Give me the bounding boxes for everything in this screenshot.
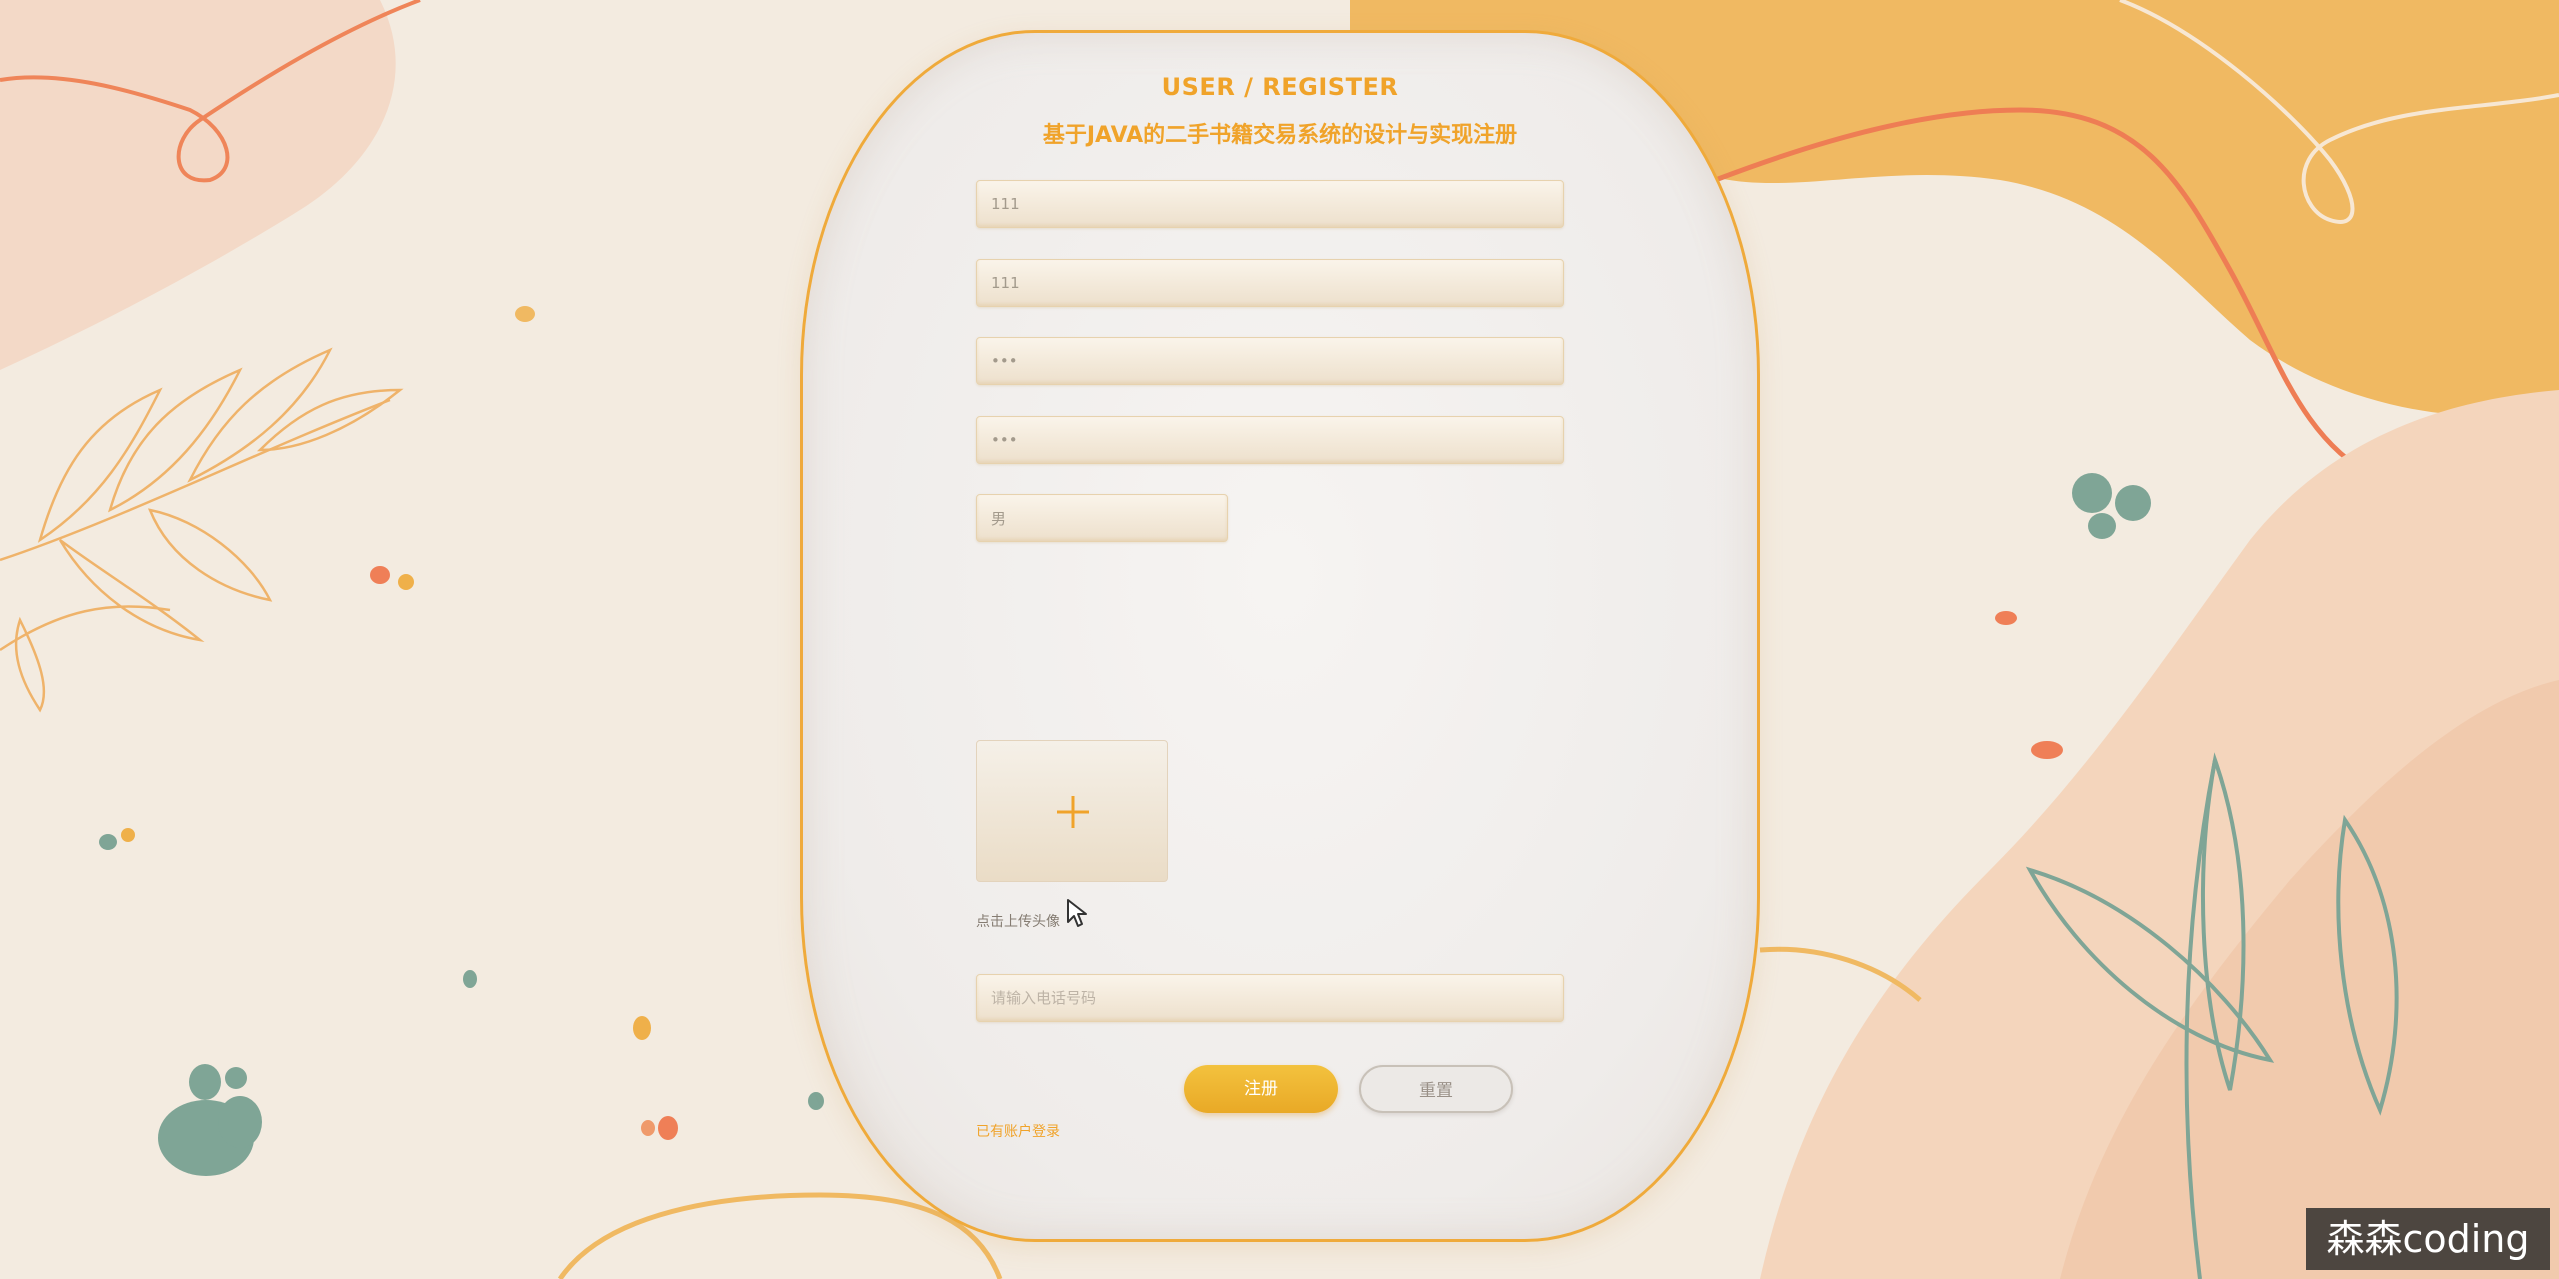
watermark: 森森coding [2306, 1208, 2550, 1270]
register-button[interactable]: 注册 [1184, 1065, 1338, 1113]
bg-leaf-branch [0, 347, 404, 713]
plus-icon [1057, 796, 1089, 828]
gender-select[interactable] [976, 494, 1228, 542]
name-input[interactable] [976, 259, 1564, 307]
bg-blob-top-left [0, 0, 396, 370]
avatar-upload-label: 点击上传头像 [976, 914, 1060, 930]
confirm-password-input[interactable] [976, 416, 1564, 464]
reset-button[interactable]: 重置 [1359, 1065, 1513, 1113]
mouse-cursor-icon [1067, 899, 1087, 927]
password-input[interactable] [976, 337, 1564, 385]
phone-input[interactable] [976, 974, 1564, 1022]
register-card: USER / REGISTER 基于JAVA的二手书籍交易系统的设计与实现注册 … [800, 30, 1760, 1242]
login-link[interactable]: 已有账户登录 [976, 1121, 1060, 1141]
system-title: 基于JAVA的二手书籍交易系统的设计与实现注册 [1042, 123, 1518, 148]
account-input[interactable] [976, 180, 1564, 228]
page-title: USER / REGISTER [1161, 73, 1399, 101]
avatar-upload[interactable] [976, 740, 1168, 882]
